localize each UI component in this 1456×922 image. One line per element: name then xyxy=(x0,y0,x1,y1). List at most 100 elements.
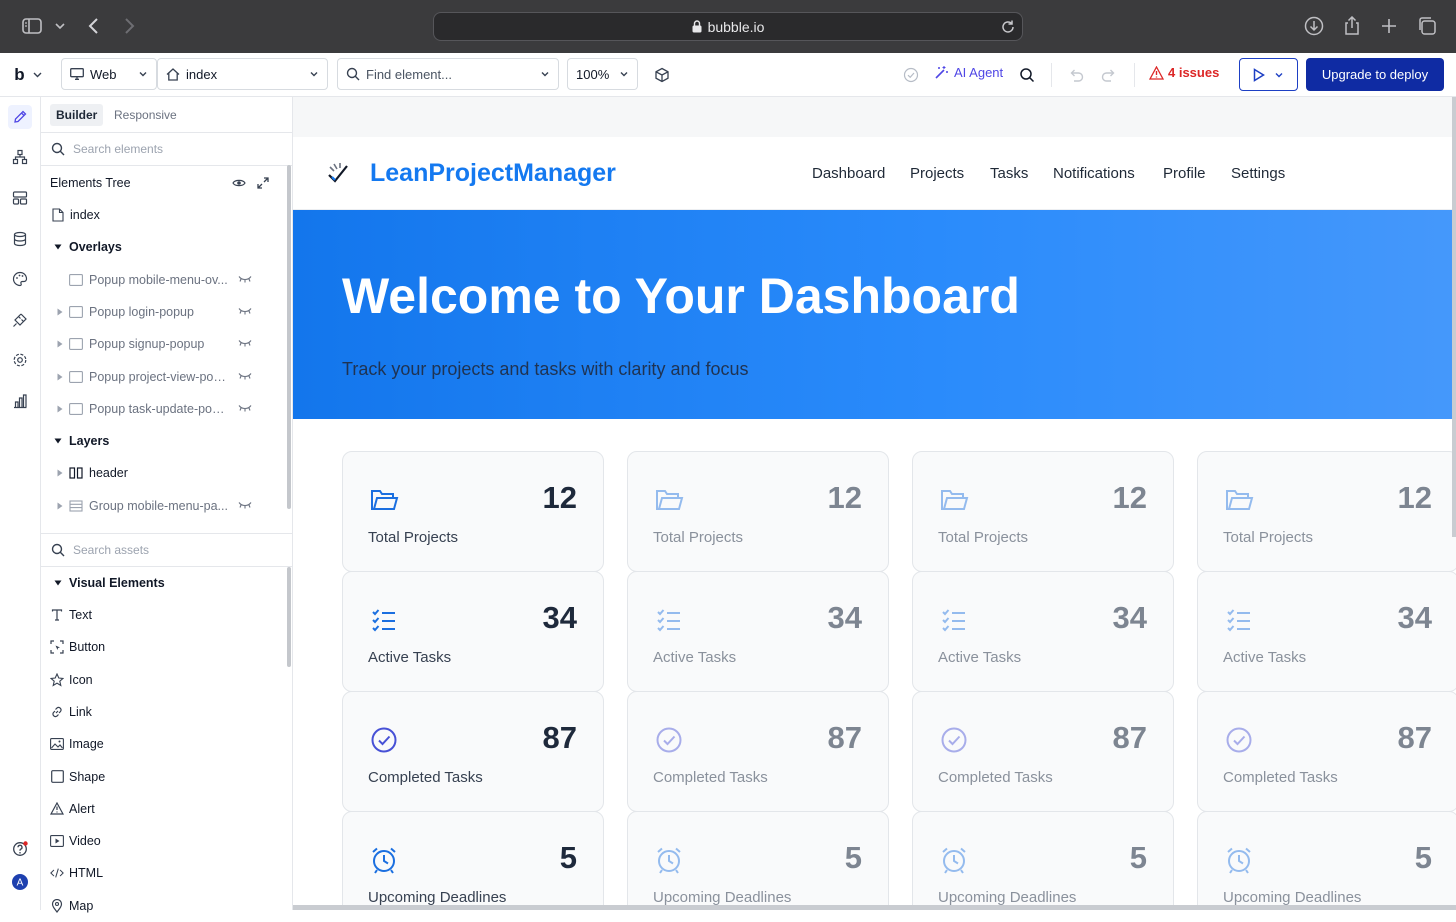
plugins-icon[interactable] xyxy=(8,308,32,332)
tree-row[interactable]: Popup project-view-pop... xyxy=(41,361,281,393)
tabs-overview-icon[interactable] xyxy=(1415,14,1439,38)
nav-dashboard[interactable]: Dashboard xyxy=(812,165,885,182)
find-element-input[interactable]: Find element... xyxy=(337,58,559,90)
hidden-eye-icon[interactable] xyxy=(238,307,252,315)
nav-projects[interactable]: Projects xyxy=(910,165,964,182)
bubble-logo-menu[interactable]: b xyxy=(10,65,46,85)
stat-card[interactable]: 87 Completed Tasks xyxy=(627,691,889,812)
visual-element-item[interactable]: Alert xyxy=(41,793,281,825)
tree-row[interactable]: Overlays xyxy=(41,231,281,263)
caret-right-icon[interactable] xyxy=(55,307,65,317)
tree-row[interactable]: Popup task-update-pop... xyxy=(41,393,281,425)
visual-element-item[interactable]: Link xyxy=(41,696,281,728)
canvas-vertical-scrollbar[interactable] xyxy=(1452,97,1456,537)
hidden-eye-icon[interactable] xyxy=(238,339,252,347)
undo-icon[interactable] xyxy=(1066,65,1086,85)
platform-select[interactable]: Web xyxy=(61,58,157,90)
search-assets-input[interactable]: Search assets xyxy=(41,533,292,567)
visual-element-item[interactable]: HTML xyxy=(41,857,281,889)
reload-icon[interactable] xyxy=(1000,19,1016,35)
caret-right-icon[interactable] xyxy=(55,501,65,511)
issues-button[interactable]: 4 issues xyxy=(1149,65,1219,80)
stat-card[interactable]: 12 Total Projects xyxy=(627,451,889,572)
stat-card[interactable]: 12 Total Projects xyxy=(342,451,604,572)
nav-settings[interactable]: Settings xyxy=(1231,165,1285,182)
tree-row[interactable]: Layers xyxy=(41,425,281,457)
stat-card[interactable]: 5 Upcoming Deadlines xyxy=(1197,811,1456,910)
redo-icon[interactable] xyxy=(1099,65,1119,85)
database-icon[interactable] xyxy=(8,227,32,251)
tree-row[interactable]: header xyxy=(41,457,281,489)
hidden-eye-icon[interactable] xyxy=(238,275,252,283)
stat-card[interactable]: 5 Upcoming Deadlines xyxy=(912,811,1174,910)
tree-row[interactable]: Group mobile-menu-pa... xyxy=(41,490,281,522)
page-select[interactable]: index xyxy=(157,58,328,90)
caret-right-icon[interactable] xyxy=(55,372,65,382)
caret-down-icon[interactable] xyxy=(53,436,63,446)
brand-name[interactable]: LeanProjectManager xyxy=(370,159,616,188)
tab-builder[interactable]: Builder xyxy=(50,104,104,126)
preview-button[interactable] xyxy=(1239,58,1298,91)
stat-card[interactable]: 34 Active Tasks xyxy=(1197,571,1456,692)
hidden-eye-icon[interactable] xyxy=(238,372,252,380)
tab-responsive[interactable]: Responsive xyxy=(108,104,183,126)
ai-agent-button[interactable]: AI Agent xyxy=(934,65,1003,80)
stat-card[interactable]: 87 Completed Tasks xyxy=(912,691,1174,812)
caret-right-icon[interactable] xyxy=(55,468,65,478)
stat-card[interactable]: 12 Total Projects xyxy=(912,451,1174,572)
workflow-icon[interactable] xyxy=(8,145,32,169)
tree-scrollbar[interactable] xyxy=(287,165,291,509)
stat-card[interactable]: 87 Completed Tasks xyxy=(1197,691,1456,812)
tree-row[interactable]: Popup signup-popup xyxy=(41,328,281,360)
hidden-eye-icon[interactable] xyxy=(238,404,252,412)
analytics-icon[interactable] xyxy=(8,389,32,413)
forward-icon[interactable] xyxy=(117,14,141,38)
hidden-eye-icon[interactable] xyxy=(238,501,252,509)
stat-card[interactable]: 87 Completed Tasks xyxy=(342,691,604,812)
cube-icon[interactable] xyxy=(652,65,672,85)
zoom-select[interactable]: 100% xyxy=(567,58,638,90)
canvas-horizontal-scrollbar[interactable] xyxy=(293,905,1456,910)
download-icon[interactable] xyxy=(1302,14,1326,38)
help-icon[interactable] xyxy=(8,837,32,861)
pencil-icon[interactable] xyxy=(8,105,32,129)
assets-scrollbar[interactable] xyxy=(287,567,291,667)
upgrade-to-deploy-button[interactable]: Upgrade to deploy xyxy=(1306,58,1444,91)
visual-element-item[interactable]: Text xyxy=(41,599,281,631)
caret-down-icon[interactable] xyxy=(53,242,63,252)
tree-row[interactable]: index xyxy=(41,199,281,231)
stat-card[interactable]: 34 Active Tasks xyxy=(342,571,604,692)
account-avatar[interactable]: A xyxy=(8,870,32,894)
search-icon[interactable] xyxy=(1017,65,1037,85)
new-tab-icon[interactable] xyxy=(1377,14,1401,38)
visual-element-item[interactable]: Button xyxy=(41,631,281,663)
styles-icon[interactable] xyxy=(8,186,32,210)
address-bar[interactable]: bubble.io xyxy=(433,12,1023,41)
stat-card[interactable]: 34 Active Tasks xyxy=(627,571,889,692)
palette-icon[interactable] xyxy=(8,267,32,291)
visual-element-item[interactable]: Shape xyxy=(41,761,281,793)
chevron-down-icon[interactable] xyxy=(48,14,72,38)
check-status-icon[interactable] xyxy=(901,65,921,85)
stat-card[interactable]: 5 Upcoming Deadlines xyxy=(342,811,604,910)
caret-right-icon[interactable] xyxy=(55,404,65,414)
tree-row[interactable]: Popup login-popup xyxy=(41,296,281,328)
nav-tasks[interactable]: Tasks xyxy=(990,165,1028,182)
stat-card[interactable]: 5 Upcoming Deadlines xyxy=(627,811,889,910)
editor-canvas[interactable]: LeanProjectManager Dashboard Projects Ta… xyxy=(293,97,1456,910)
nav-notifications[interactable]: Notifications xyxy=(1053,165,1135,182)
visual-element-item[interactable]: Image xyxy=(41,728,281,760)
visual-element-item[interactable]: Icon xyxy=(41,664,281,696)
settings-icon[interactable] xyxy=(8,348,32,372)
back-icon[interactable] xyxy=(82,14,106,38)
visual-element-item[interactable]: Video xyxy=(41,825,281,857)
visual-elements-section[interactable]: Visual Elements xyxy=(41,567,281,599)
nav-profile[interactable]: Profile xyxy=(1163,165,1206,182)
expand-icon[interactable] xyxy=(256,176,270,190)
tree-row[interactable]: Popup mobile-menu-ov... xyxy=(41,264,281,296)
share-icon[interactable] xyxy=(1340,14,1364,38)
sidebar-toggle-icon[interactable] xyxy=(20,14,44,38)
visual-element-item[interactable]: Map xyxy=(41,890,281,922)
search-elements-input[interactable]: Search elements xyxy=(41,132,292,166)
stat-card[interactable]: 12 Total Projects xyxy=(1197,451,1456,572)
